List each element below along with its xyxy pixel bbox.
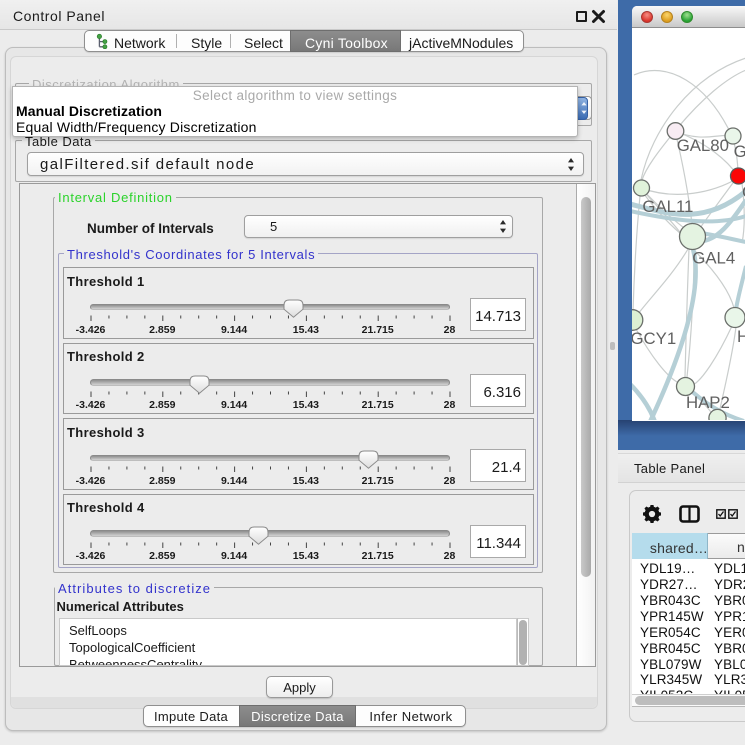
svg-text:HAP2: HAP2: [686, 393, 730, 412]
svg-text:C: C: [742, 183, 745, 202]
svg-text:GAL4: GAL4: [692, 249, 735, 268]
svg-text:GAL80: GAL80: [676, 136, 728, 155]
svg-text:GAL11: GAL11: [642, 197, 693, 216]
svg-text:G.: G.: [733, 142, 745, 161]
svg-text:H: H: [737, 327, 745, 346]
svg-text:GCY1: GCY1: [632, 329, 676, 348]
